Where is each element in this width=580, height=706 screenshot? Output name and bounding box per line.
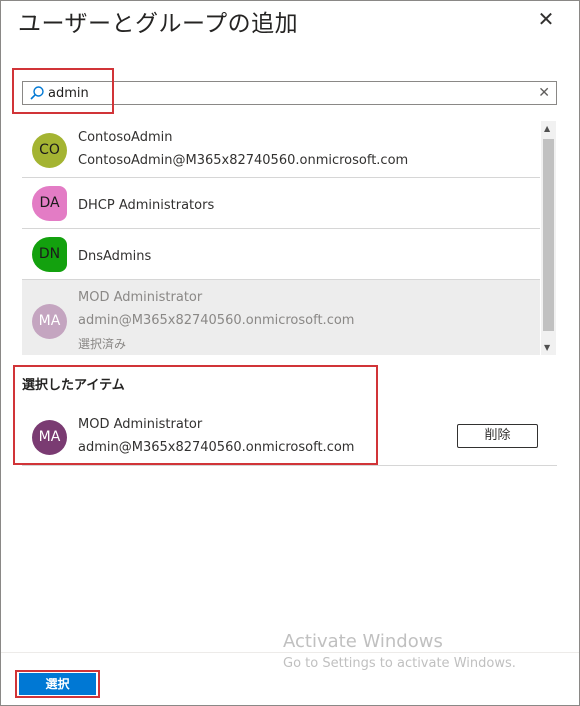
list-item[interactable]: CO ContosoAdmin ContosoAdmin@M365x827405… — [22, 121, 540, 178]
selected-item: MA MOD Administrator admin@M365x82740560… — [22, 410, 557, 466]
footer-divider — [1, 652, 579, 653]
close-icon[interactable]: ✕ — [535, 8, 557, 30]
item-status: 選択済み — [78, 337, 127, 351]
search-box[interactable]: ✕ — [22, 81, 557, 105]
clear-icon[interactable]: ✕ — [538, 84, 550, 102]
avatar: DN — [32, 237, 67, 272]
item-name: ContosoAdmin — [78, 130, 173, 145]
search-icon — [30, 86, 44, 100]
list-item[interactable]: DN DnsAdmins — [22, 229, 540, 280]
avatar: DA — [32, 186, 67, 221]
scroll-up-icon[interactable]: ▲ — [544, 124, 550, 133]
avatar: MA — [32, 304, 67, 339]
scrollbar-thumb[interactable] — [543, 139, 554, 331]
item-name: MOD Administrator — [78, 290, 203, 305]
scroll-down-icon[interactable]: ▼ — [544, 343, 550, 352]
results-scrollbar[interactable]: ▲ ▼ — [541, 121, 556, 355]
selected-items-header: 選択したアイテム — [22, 378, 125, 393]
avatar: MA — [32, 420, 67, 455]
activate-windows-title: Activate Windows — [283, 631, 443, 652]
item-name: DnsAdmins — [78, 249, 152, 264]
activate-windows-subtitle: Go to Settings to activate Windows. — [283, 656, 516, 671]
remove-button[interactable]: 削除 — [457, 424, 538, 448]
list-item-selected[interactable]: MA MOD Administrator admin@M365x82740560… — [22, 280, 540, 355]
selected-item-name: MOD Administrator — [78, 417, 203, 432]
search-input[interactable] — [48, 83, 528, 103]
item-email: ContosoAdmin@M365x82740560.onmicrosoft.c… — [78, 153, 409, 168]
page-title: ユーザーとグループの追加 — [18, 11, 299, 37]
selected-item-email: admin@M365x82740560.onmicrosoft.com — [78, 440, 355, 455]
select-button[interactable]: 選択 — [19, 673, 96, 695]
item-email: admin@M365x82740560.onmicrosoft.com — [78, 313, 355, 328]
item-name: DHCP Administrators — [78, 198, 215, 213]
list-item[interactable]: DA DHCP Administrators — [22, 178, 540, 229]
avatar: CO — [32, 133, 67, 168]
results-list: CO ContosoAdmin ContosoAdmin@M365x827405… — [22, 121, 540, 355]
